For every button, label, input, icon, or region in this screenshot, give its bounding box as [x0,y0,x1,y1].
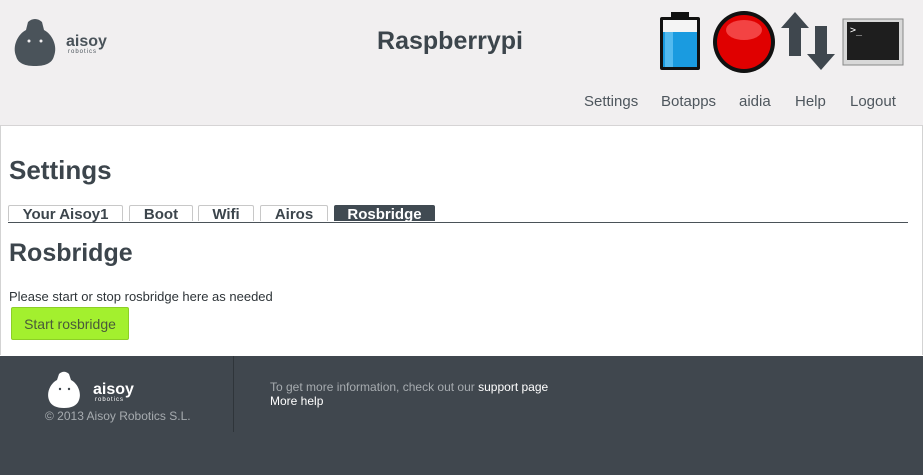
aisoy-logo[interactable]: aisoy robotics [12,16,122,68]
footer-logo-text: aisoy [93,381,134,398]
more-help-link[interactable]: More help [270,394,323,408]
footer-logo[interactable]: aisoy robotics [47,370,153,410]
section-description: Please start or stop rosbridge here as n… [9,289,273,304]
info-text: To get more information, check out our [270,380,475,394]
section-title: Rosbridge [9,239,133,267]
info-line: To get more information, check out our s… [270,380,548,394]
terminal-icon[interactable]: >_ [842,18,904,68]
settings-tabs: Your Aisoy1 Boot Wifi Airos Rosbridge [8,205,908,223]
tab-boot[interactable]: Boot [129,205,193,223]
record-icon[interactable] [712,10,776,74]
logo-subtext: robotics [68,49,97,55]
logo-text: aisoy [66,33,107,50]
battery-icon[interactable] [657,10,703,72]
content-area [0,125,923,355]
start-rosbridge-button[interactable]: Start rosbridge [11,307,129,340]
footer-logo-subtext: robotics [95,397,124,403]
nav-aidia[interactable]: aidia [739,93,771,110]
copyright-text: © 2013 Aisoy Robotics S.L. [45,409,191,423]
tab-rosbridge[interactable]: Rosbridge [334,205,435,223]
footer-divider [233,356,234,432]
nav-settings[interactable]: Settings [584,93,638,110]
nav-help[interactable]: Help [795,93,826,110]
device-name: Raspberrypi [377,27,523,55]
page-title: Settings [9,155,112,185]
footer: aisoy robotics © 2013 Aisoy Robotics S.L… [0,356,923,475]
tab-airos[interactable]: Airos [260,205,328,223]
tab-your-aisoy1[interactable]: Your Aisoy1 [8,205,123,223]
tab-wifi[interactable]: Wifi [198,205,254,223]
nav-botapps[interactable]: Botapps [661,93,716,110]
transfer-icon[interactable] [781,10,835,72]
svg-text:>_: >_ [850,25,863,36]
header: aisoy robotics Raspberrypi >_ Settings B… [0,0,923,126]
support-page-link[interactable]: support page [478,380,548,394]
nav-logout[interactable]: Logout [850,93,896,110]
